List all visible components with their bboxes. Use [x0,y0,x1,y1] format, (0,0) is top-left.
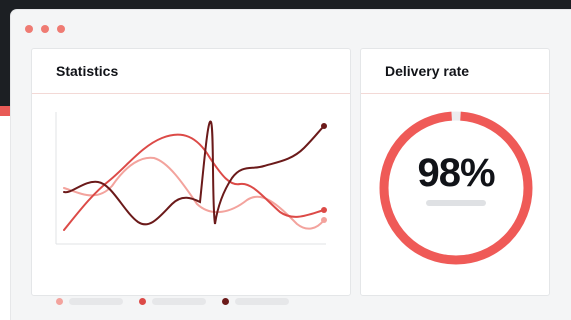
series-dark-endpoint[interactable] [321,123,327,129]
series-mid-line [63,133,325,231]
delivery-rate-gauge: 98% [375,107,537,269]
series-light-line [63,156,325,230]
app-window: Statistics Delivery rate 98% [11,10,571,320]
chart-legend [56,298,289,305]
delivery-rate-card: Delivery rate 98% [360,48,550,296]
legend-item-light[interactable] [56,298,123,305]
statistics-chart-svg [55,112,327,245]
statistics-title: Statistics [32,49,350,94]
series-mid-endpoint[interactable] [321,207,327,213]
legend-item-mid[interactable] [139,298,206,305]
backdrop-accent [0,106,10,116]
legend-label-placeholder [235,298,289,305]
statistics-card: Statistics [31,48,351,305]
window-control-dot[interactable] [41,25,49,33]
window-controls [25,25,65,33]
delivery-rate-value: 98% [417,151,495,195]
window-control-dot[interactable] [25,25,33,33]
legend-label-placeholder [152,298,206,305]
delivery-rate-caption-placeholder [426,200,486,206]
legend-dot-dark [222,298,229,305]
legend-dot-light [56,298,63,305]
series-dark-line [63,120,325,226]
window-control-dot[interactable] [57,25,65,33]
delivery-rate-title: Delivery rate [361,49,549,94]
legend-dot-mid [139,298,146,305]
statistics-chart [32,94,350,305]
legend-label-placeholder [69,298,123,305]
legend-item-dark[interactable] [222,298,289,305]
series-light-endpoint[interactable] [321,217,327,223]
